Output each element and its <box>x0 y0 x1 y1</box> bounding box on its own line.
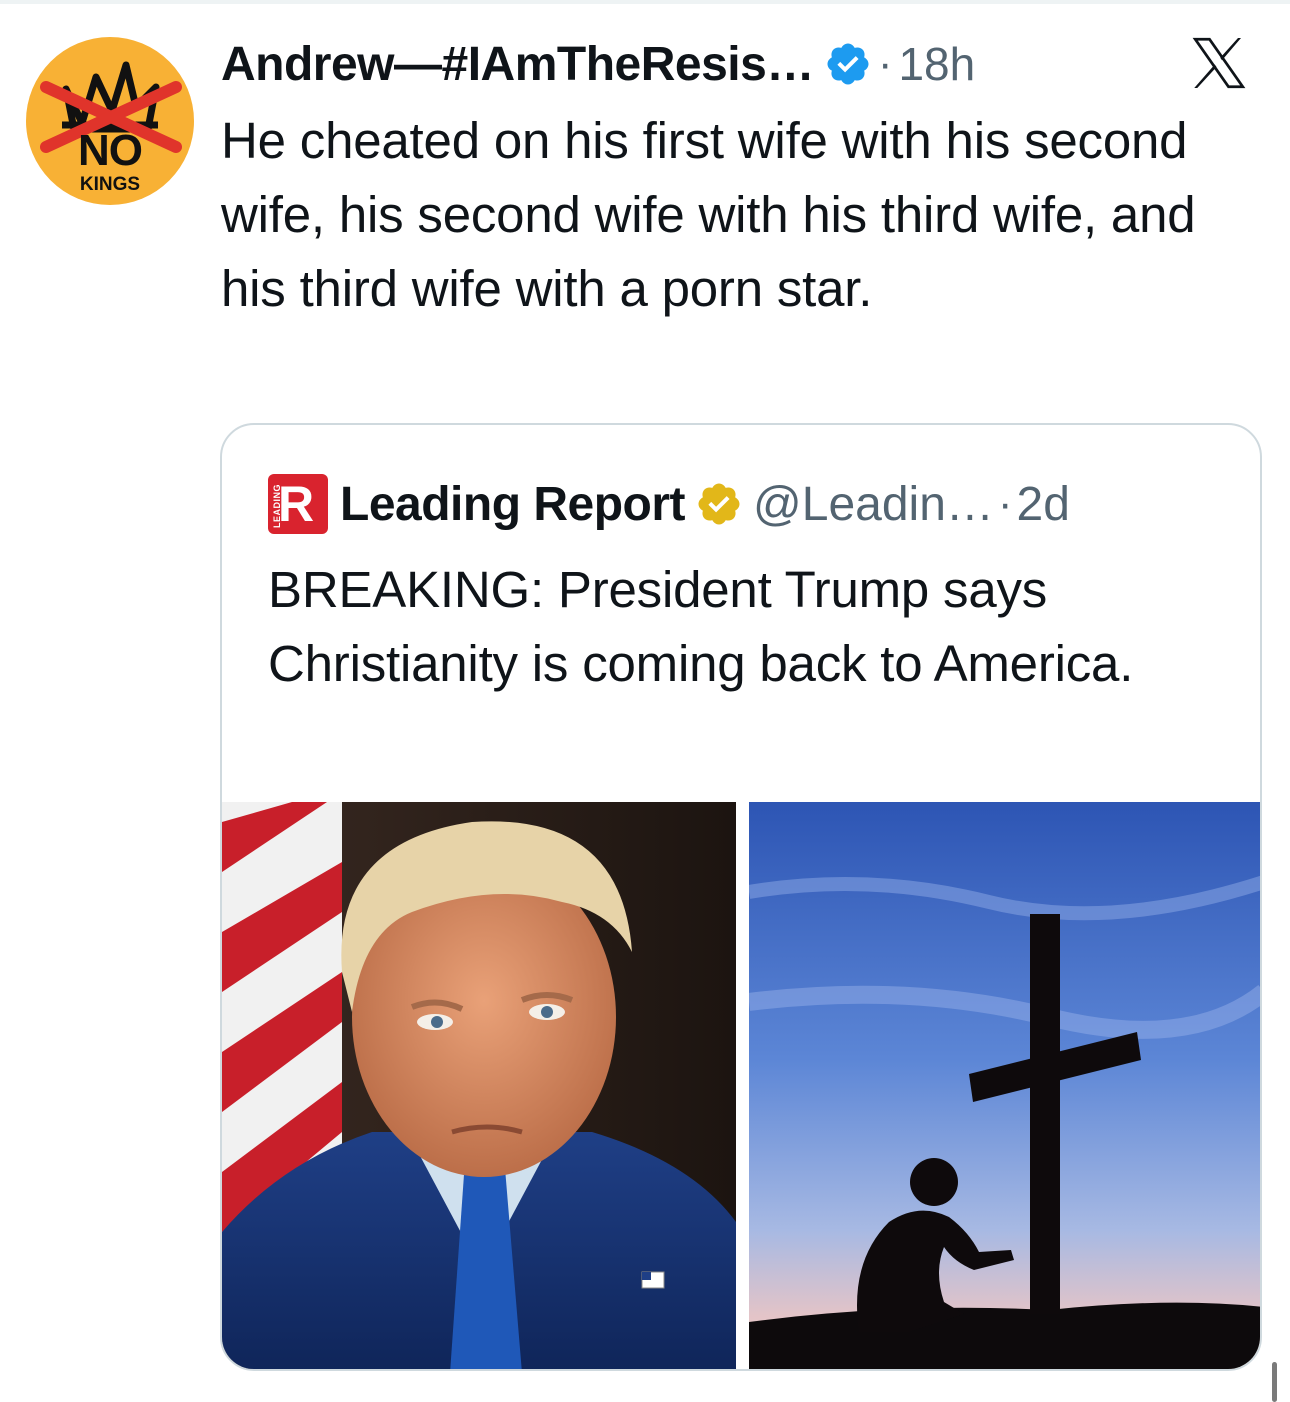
logo-letter: R <box>278 476 315 532</box>
scrollbar-thumb[interactable] <box>1272 1362 1277 1402</box>
quoted-timestamp[interactable]: 2d <box>1017 477 1070 532</box>
x-logo-icon[interactable] <box>1180 33 1258 93</box>
avatar-kings-text: KINGS <box>79 174 141 195</box>
quoted-author-name[interactable]: Leading Report <box>340 477 686 532</box>
avatar-no-text: NO <box>78 126 143 175</box>
author-avatar[interactable]: NO KINGS <box>26 37 194 205</box>
tweet-body: He cheated on his first wife with his se… <box>221 112 1196 317</box>
quoted-tweet-body: BREAKING: President Trump says Christian… <box>268 561 1134 692</box>
leading-report-logo[interactable]: R LEADING <box>268 474 328 534</box>
verified-badge-icon <box>827 43 869 85</box>
tweet-timestamp[interactable]: 18h <box>898 37 975 91</box>
top-divider <box>0 0 1290 4</box>
quoted-tweet-card[interactable]: R LEADING Leading Report @Leadin… · 2d B… <box>220 423 1262 1371</box>
verified-gold-badge-icon <box>698 483 740 525</box>
quoted-tweet-header: R LEADING Leading Report @Leadin… · 2d <box>268 471 1070 537</box>
author-name[interactable]: Andrew—#IAmTheResis… <box>221 37 814 92</box>
cross-silhouette-photo[interactable] <box>749 802 1260 1369</box>
logo-side-text: LEADING <box>272 484 282 528</box>
quoted-separator: · <box>997 479 1013 528</box>
portrait-photo[interactable] <box>222 802 736 1369</box>
tweet-header: Andrew—#IAmTheResis… · 18h <box>221 30 975 98</box>
header-separator: · <box>877 39 893 88</box>
quoted-author-handle[interactable]: @Leadin… <box>753 477 994 532</box>
